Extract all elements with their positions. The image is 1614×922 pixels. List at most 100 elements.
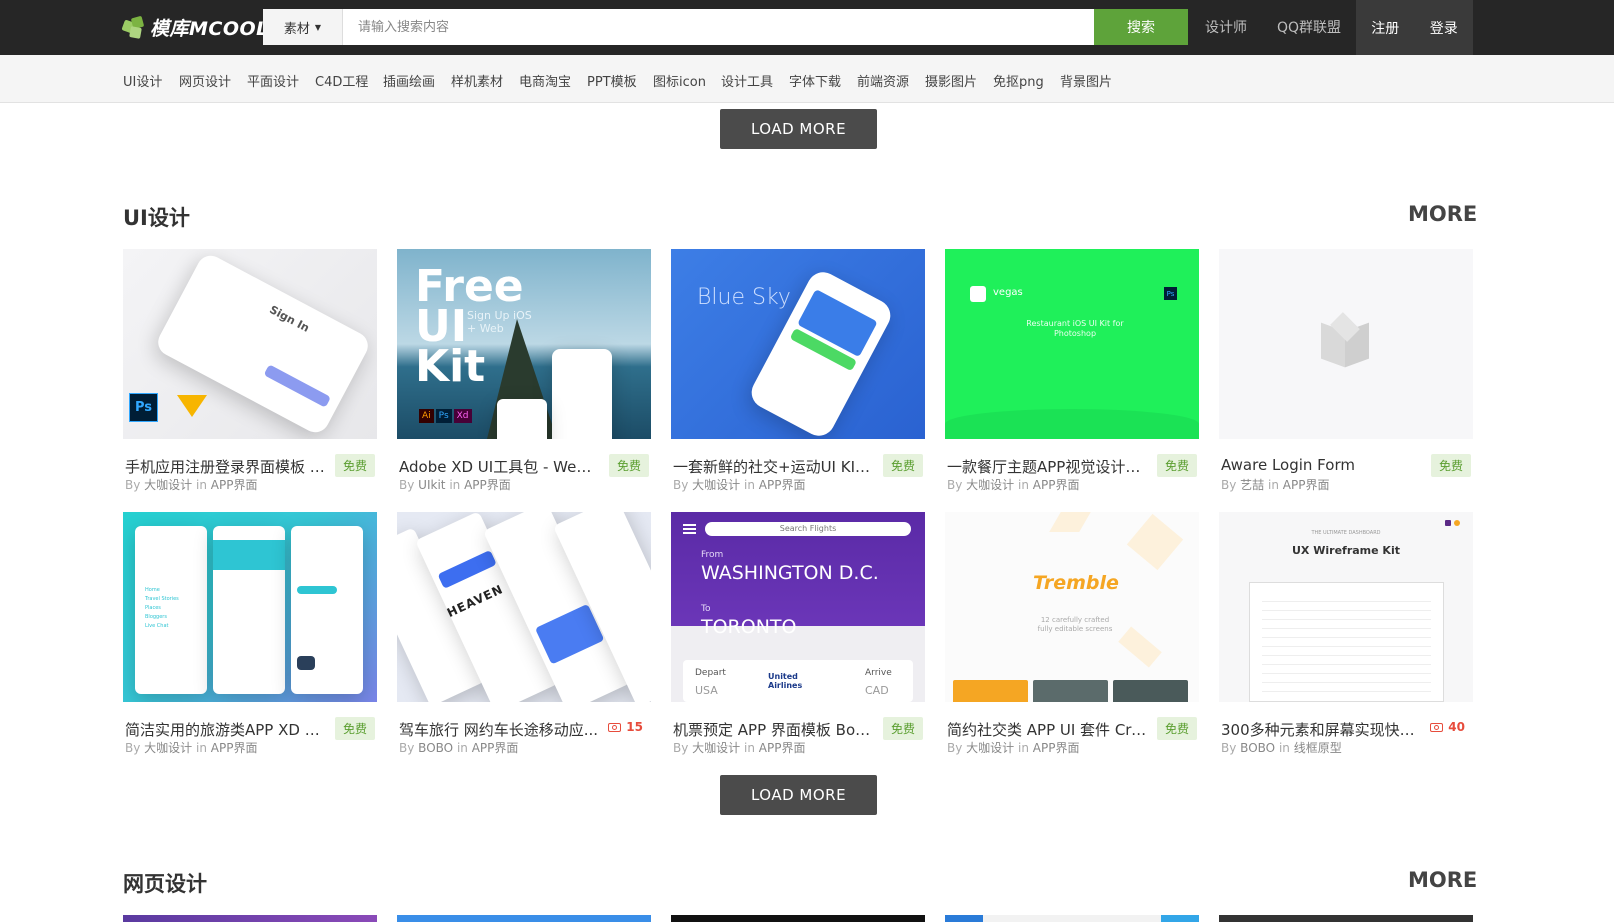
thumb-sub: Restaurant iOS UI Kit for Photoshop	[1026, 319, 1124, 338]
free-badge: 免费	[883, 717, 923, 740]
card-4[interactable]: vegas Ps Restaurant iOS UI Kit for Photo…	[945, 249, 1199, 492]
card-title[interactable]: 机票预定 APP 界面模板 Book...	[673, 719, 873, 740]
card-thumbnail[interactable]: vegas Ps Restaurant iOS UI Kit for Photo…	[945, 249, 1199, 439]
card-title[interactable]: 驾车旅行 网约车长途移动应...	[399, 719, 599, 740]
search-button[interactable]: 搜索	[1094, 9, 1188, 45]
logo-cube-icon	[121, 15, 146, 39]
photoshop-icon: Ps	[1164, 287, 1177, 300]
thumb-to: TORONTO	[701, 616, 797, 638]
nav-item-ppt[interactable]: PPT模板	[587, 71, 637, 90]
register-button[interactable]: 注册	[1356, 0, 1415, 55]
nav-item-illustration[interactable]: 插画绘画	[383, 71, 435, 90]
card-meta: By 大咖设计 in APP界面	[673, 478, 806, 492]
section-more-ui[interactable]: MORE	[1408, 202, 1477, 226]
free-badge: 免费	[1431, 454, 1471, 477]
load-more-button[interactable]: LOAD MORE	[720, 775, 877, 815]
category-nav: UI设计 网页设计 平面设计 C4D工程 插画绘画 样机素材 电商淘宝 PPT模…	[0, 55, 1614, 103]
logo-text: 模库MCOOL	[150, 17, 269, 40]
menu-icon	[683, 524, 696, 534]
thumb-text: UX Wireframe Kit	[1292, 544, 1400, 557]
nav-item-icon[interactable]: 图标icon	[653, 71, 706, 90]
card-6[interactable]: Home Travel Stories Places Bloggers Live Cha…	[123, 512, 377, 755]
card-title[interactable]: 300多种元素和屏幕实现快速...	[1221, 719, 1421, 740]
card-1[interactable]: Sign In Ps 手机应用注册登录界面模板 M... By 大咖设计 in …	[123, 249, 377, 492]
card-meta: By 大咖设计 in APP界面	[947, 741, 1080, 755]
card-thumbnail[interactable]: Blue Sky	[671, 249, 925, 439]
card-title[interactable]: 简洁实用的旅游类APP XD UI ...	[125, 719, 325, 740]
card-title[interactable]: 一款餐厅主题APP视觉设计模...	[947, 456, 1147, 477]
card-title[interactable]: Adobe XD UI工具包 - Web...	[399, 456, 599, 477]
nav-item-graphic[interactable]: 平面设计	[247, 71, 299, 90]
nav-item-photo[interactable]: 摄影图片	[925, 71, 977, 90]
thumb-text: Sign In	[267, 303, 312, 335]
free-badge: 免费	[1157, 717, 1197, 740]
thumb-text: Tremble	[1033, 572, 1119, 594]
card-5[interactable]: Aware Login Form By 艺喆 in APP界面 免费	[1219, 249, 1473, 492]
price-badge: 40	[1430, 720, 1465, 734]
nav-item-background[interactable]: 背景图片	[1060, 71, 1112, 90]
nav-item-fonts[interactable]: 字体下载	[789, 71, 841, 90]
card-7[interactable]: HEAVEN 驾车旅行 网约车长途移动应... By BOBO in APP界面…	[397, 512, 651, 755]
thumb-from: WASHINGTON D.C.	[701, 562, 879, 584]
card-thumbnail[interactable]: Home Travel Stories Places Bloggers Live Cha…	[123, 512, 377, 702]
search-bar: 素材 ▼	[263, 9, 1188, 45]
coin-icon	[1430, 722, 1444, 732]
nav-item-tools[interactable]: 设计工具	[721, 71, 773, 90]
nav-item-web[interactable]: 网页设计	[179, 71, 231, 90]
nav-item-ui[interactable]: UI设计	[123, 71, 162, 90]
card-meta: By BOBO in 线框原型	[1221, 741, 1342, 755]
card-thumbnail[interactable]: HEAVEN	[397, 512, 651, 702]
card-thumbnail[interactable]	[123, 915, 377, 922]
price-badge: 15	[608, 720, 643, 734]
card-thumbnail[interactable]	[671, 915, 925, 922]
thumb-depart: Depart	[695, 668, 726, 678]
card-thumbnail[interactable]: Tremble 12 carefully crafted fully edita…	[945, 512, 1199, 702]
thumb-code-depart: USA	[695, 684, 718, 697]
nav-item-frontend[interactable]: 前端资源	[857, 71, 909, 90]
nav-item-c4d[interactable]: C4D工程	[315, 71, 368, 90]
nav-item-png[interactable]: 免抠png	[993, 71, 1044, 90]
card-title[interactable]: 手机应用注册登录界面模板 M...	[125, 456, 325, 477]
card-9[interactable]: Tremble 12 carefully crafted fully edita…	[945, 512, 1199, 755]
card-thumbnail[interactable]	[1219, 249, 1473, 439]
card-8[interactable]: Search Flights From WASHINGTON D.C. To T…	[671, 512, 925, 755]
card-3[interactable]: Blue Sky 一套新鲜的社交+运动UI KITS... By 大咖设计 in…	[671, 249, 925, 492]
card-title[interactable]: 简约社交类 APP UI 套件 Crea...	[947, 719, 1147, 740]
section-title-web: 网页设计	[123, 872, 207, 896]
designer-link[interactable]: 设计师	[1205, 17, 1247, 37]
card-title[interactable]: 一套新鲜的社交+运动UI KITS...	[673, 456, 873, 477]
search-input[interactable]	[343, 9, 1188, 45]
site-logo[interactable]: 模库MCOOL	[121, 12, 269, 42]
qq-group-link[interactable]: QQ群联盟	[1277, 17, 1341, 37]
card-thumbnail[interactable]: Search Flights From WASHINGTON D.C. To T…	[671, 512, 925, 702]
card-thumbnail[interactable]	[397, 915, 651, 922]
nav-item-mockup[interactable]: 样机素材	[451, 71, 503, 90]
card-2[interactable]: Free UI Kit Sign Up iOS + Web Ai Ps Xd A…	[397, 249, 651, 492]
card-meta: By UIkit in APP界面	[399, 478, 511, 492]
thumb-from-label: From	[701, 550, 724, 560]
card-thumbnail[interactable]: Free UI Kit Sign Up iOS + Web Ai Ps Xd	[397, 249, 651, 439]
thumb-menu: Home Travel Stories Places Bloggers Live Cha…	[145, 587, 179, 629]
card-thumbnail[interactable]	[945, 915, 1199, 922]
card-meta: By 大咖设计 in APP界面	[673, 741, 806, 755]
login-button[interactable]: 登录	[1415, 0, 1474, 55]
caret-down-icon: ▼	[314, 22, 322, 32]
vegas-logo-icon	[970, 286, 986, 302]
free-badge: 免费	[1157, 454, 1197, 477]
card-thumbnail[interactable]	[1219, 915, 1473, 922]
tool-icons: Ai Ps Xd	[419, 409, 472, 423]
auth-box: 注册 登录	[1356, 0, 1473, 55]
thumb-arrive: Arrive	[865, 668, 892, 678]
card-thumbnail[interactable]: Sign In Ps	[123, 249, 377, 439]
section-more-web[interactable]: MORE	[1408, 868, 1477, 892]
card-10[interactable]: THE ULTIMATE DASHBOARD UX Wireframe Kit …	[1219, 512, 1473, 755]
search-category-select[interactable]: 素材 ▼	[263, 9, 343, 45]
card-meta: By 大咖设计 in APP界面	[125, 478, 258, 492]
card-meta: By 艺喆 in APP界面	[1221, 478, 1330, 492]
card-thumbnail[interactable]: THE ULTIMATE DASHBOARD UX Wireframe Kit	[1219, 512, 1473, 702]
search-category-label: 素材	[283, 21, 310, 37]
thumb-text: vegas	[993, 287, 1023, 298]
card-title[interactable]: Aware Login Form	[1221, 456, 1421, 474]
nav-item-ecommerce[interactable]: 电商淘宝	[519, 71, 571, 90]
load-more-button[interactable]: LOAD MORE	[720, 109, 877, 149]
